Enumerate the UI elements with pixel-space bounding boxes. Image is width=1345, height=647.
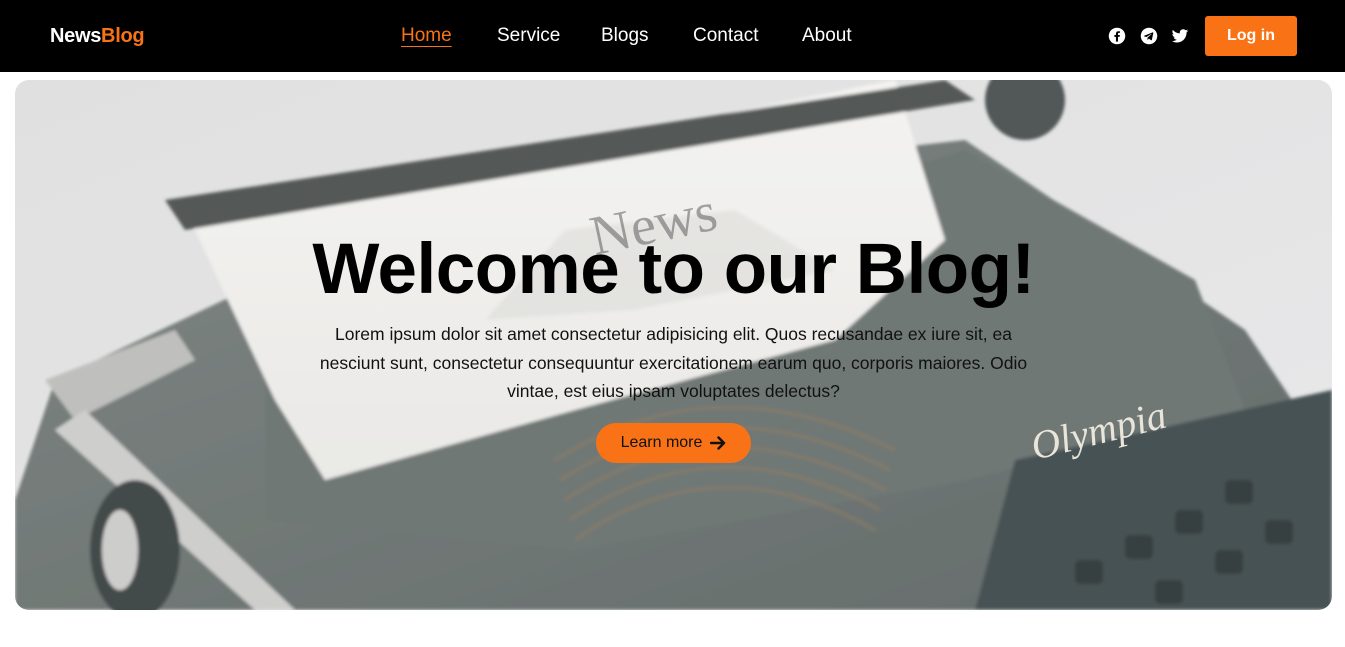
navbar: NewsBlog Home Service Blogs Contact Abou… [0, 0, 1345, 72]
nav-link-about[interactable]: About [802, 25, 852, 47]
nav-link-home[interactable]: Home [401, 25, 452, 47]
learn-more-label: Learn more [620, 434, 703, 451]
telegram-icon[interactable] [1140, 27, 1158, 45]
nav-link-blogs[interactable]: Blogs [601, 25, 649, 47]
login-button[interactable]: Log in [1205, 16, 1297, 56]
twitter-icon[interactable] [1171, 27, 1189, 45]
nav-link-service[interactable]: Service [497, 25, 560, 47]
facebook-icon[interactable] [1108, 27, 1126, 45]
hero-description: Lorem ipsum dolor sit amet consectetur a… [319, 324, 1028, 401]
arrow-right-icon [710, 436, 726, 450]
nav-link-contact[interactable]: Contact [693, 25, 758, 47]
hero-content: Welcome to our Blog! Lorem ipsum dolor s… [15, 80, 1332, 610]
hero-banner: News Olympia Welcome to our Blog! Lorem … [15, 80, 1332, 610]
hero-title: Welcome to our Blog! [312, 230, 1035, 309]
learn-more-button[interactable]: Learn more [596, 423, 751, 463]
